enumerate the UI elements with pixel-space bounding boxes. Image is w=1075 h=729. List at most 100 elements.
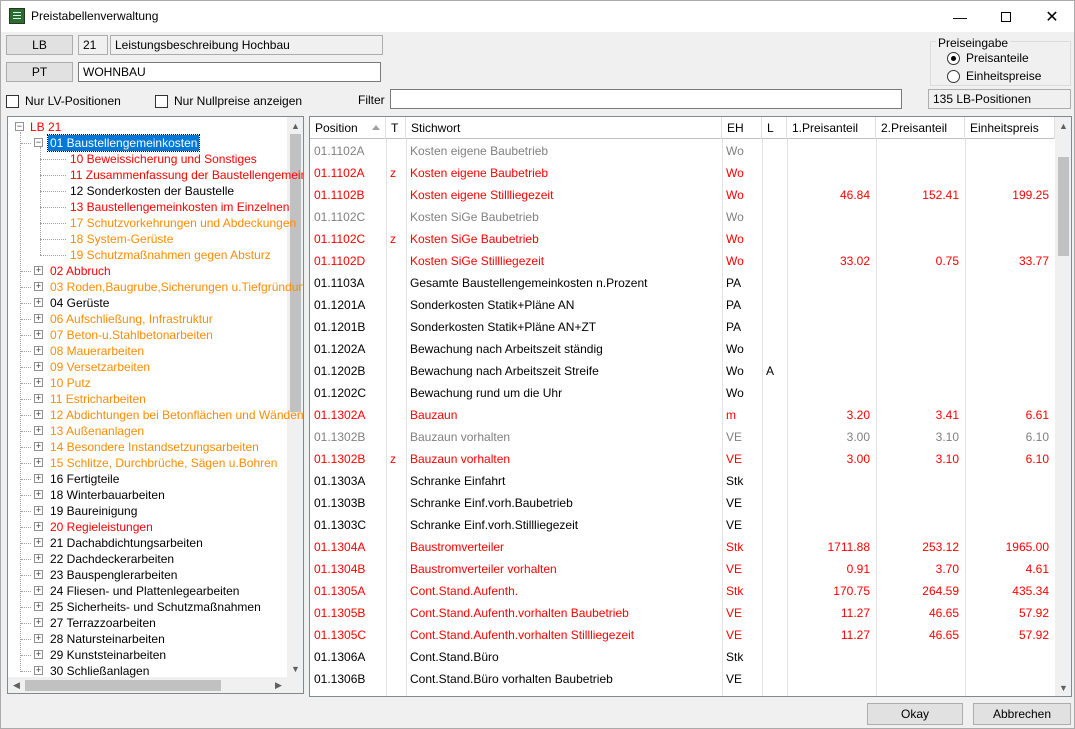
cell-l[interactable] xyxy=(762,668,787,690)
cell-position[interactable]: 01.1302B xyxy=(310,448,386,470)
cell-stichwort[interactable]: Kosten SiGe Baubetrieb xyxy=(406,206,722,228)
nur-lv-checkbox[interactable]: Nur LV-Positionen xyxy=(6,94,121,108)
cell-position[interactable]: 01.1102A xyxy=(310,162,386,184)
cell-preisanteil-2[interactable]: 0.75 xyxy=(876,250,965,272)
expand-icon[interactable]: + xyxy=(34,554,43,563)
cell-t[interactable]: z xyxy=(386,162,406,184)
collapse-icon[interactable]: − xyxy=(15,122,24,131)
cell-preisanteil-1[interactable]: 170.75 xyxy=(787,580,876,602)
column-header-preisanteil-2[interactable]: 2.Preisanteil xyxy=(876,117,965,139)
cell-position[interactable]: 01.1302A xyxy=(310,404,386,426)
cell-einheitspreis[interactable] xyxy=(965,162,1055,184)
expand-icon[interactable]: + xyxy=(34,266,43,275)
cell-preisanteil-2[interactable]: 3.70 xyxy=(876,558,965,580)
cell-position[interactable]: 01.1305B xyxy=(310,602,386,624)
expand-icon[interactable]: + xyxy=(34,474,43,483)
cell-einheitspreis[interactable] xyxy=(965,492,1055,514)
cell-stichwort[interactable]: Schranke Einf.vorh.Stillliegezeit xyxy=(406,514,722,536)
cell-preisanteil-2[interactable] xyxy=(876,668,965,690)
cell-stichwort[interactable]: Cont.Stand.Aufenth. xyxy=(406,580,722,602)
cell-einheitspreis[interactable]: 57.92 xyxy=(965,602,1055,624)
cell-eh[interactable]: VE xyxy=(722,426,762,448)
expand-icon[interactable]: + xyxy=(34,282,43,291)
expand-icon[interactable]: + xyxy=(34,330,43,339)
cell-t[interactable] xyxy=(386,646,406,668)
cell-einheitspreis[interactable]: 4.61 xyxy=(965,558,1055,580)
cell-t[interactable] xyxy=(386,206,406,228)
cell-preisanteil-1[interactable] xyxy=(787,492,876,514)
table-row[interactable]: 01.1304A Baustromverteiler Stk 1711.88 253.1… xyxy=(310,536,1055,558)
cell-position[interactable]: 01.1102C xyxy=(310,206,386,228)
expand-icon[interactable]: + xyxy=(34,442,43,451)
cell-eh[interactable]: VE xyxy=(722,624,762,646)
cell-einheitspreis[interactable] xyxy=(965,382,1055,404)
cell-eh[interactable]: Stk xyxy=(722,580,762,602)
expand-icon[interactable]: + xyxy=(34,298,43,307)
cell-stichwort[interactable]: Sonderkosten Statik+Pläne AN+ZT xyxy=(406,316,722,338)
cell-preisanteil-2[interactable] xyxy=(876,382,965,404)
cell-l[interactable] xyxy=(762,426,787,448)
cell-preisanteil-2[interactable]: 264.59 xyxy=(876,580,965,602)
cell-l[interactable] xyxy=(762,602,787,624)
cell-preisanteil-1[interactable] xyxy=(787,382,876,404)
cell-stichwort[interactable]: Bewachung nach Arbeitszeit ständig xyxy=(406,338,722,360)
cell-preisanteil-1[interactable]: 3.20 xyxy=(787,404,876,426)
cell-preisanteil-1[interactable]: 33.02 xyxy=(787,250,876,272)
cell-t[interactable] xyxy=(386,294,406,316)
cell-einheitspreis[interactable] xyxy=(965,294,1055,316)
nur-nullpreise-checkbox[interactable]: Nur Nullpreise anzeigen xyxy=(155,94,302,108)
cell-preisanteil-2[interactable] xyxy=(876,514,965,536)
expand-icon[interactable]: + xyxy=(34,346,43,355)
cell-t[interactable] xyxy=(386,624,406,646)
cell-preisanteil-2[interactable] xyxy=(876,360,965,382)
cell-preisanteil-2[interactable] xyxy=(876,272,965,294)
checkbox-icon[interactable] xyxy=(6,94,19,108)
cell-position[interactable]: 01.1303C xyxy=(310,514,386,536)
cell-position[interactable]: 01.1303A xyxy=(310,470,386,492)
cell-preisanteil-1[interactable] xyxy=(787,470,876,492)
cell-einheitspreis[interactable]: 6.10 xyxy=(965,426,1055,448)
cell-t[interactable] xyxy=(386,514,406,536)
cell-einheitspreis[interactable] xyxy=(965,206,1055,228)
filter-input[interactable] xyxy=(390,89,902,109)
cell-stichwort[interactable]: Cont.Stand.Aufenth.vorhalten Baubetrieb xyxy=(406,602,722,624)
cell-eh[interactable]: VE xyxy=(722,514,762,536)
scroll-left-icon[interactable]: ◀ xyxy=(8,677,25,693)
close-button[interactable]: ✕ xyxy=(1029,1,1075,32)
cell-position[interactable]: 01.1306B xyxy=(310,668,386,690)
cell-einheitspreis[interactable] xyxy=(965,338,1055,360)
cell-l[interactable] xyxy=(762,514,787,536)
cell-t[interactable] xyxy=(386,316,406,338)
cell-position[interactable]: 01.1304A xyxy=(310,536,386,558)
cell-eh[interactable]: PA xyxy=(722,294,762,316)
cell-preisanteil-2[interactable]: 253.12 xyxy=(876,536,965,558)
maximize-button[interactable] xyxy=(983,1,1029,32)
cell-preisanteil-1[interactable] xyxy=(787,668,876,690)
table-row[interactable]: 01.1102C Kosten SiGe Baubetrieb Wo xyxy=(310,206,1055,228)
scroll-thumb[interactable] xyxy=(25,680,221,691)
cell-position[interactable]: 01.1305A xyxy=(310,580,386,602)
category-tree[interactable]: ▲ ▼ ◀ ▶ − LB 21−01 Baustellengemeinkosten… xyxy=(7,116,304,694)
cell-preisanteil-1[interactable]: 3.00 xyxy=(787,426,876,448)
table-row[interactable]: 01.1103A Gesamte Baustellengemeinkosten n… xyxy=(310,272,1055,294)
table-vscrollbar[interactable]: ▲ ▼ xyxy=(1055,117,1071,696)
cell-position[interactable]: 01.1305C xyxy=(310,624,386,646)
cell-eh[interactable]: VE xyxy=(722,448,762,470)
cell-einheitspreis[interactable] xyxy=(965,646,1055,668)
expand-icon[interactable]: + xyxy=(34,362,43,371)
cell-l[interactable] xyxy=(762,558,787,580)
scroll-up-icon[interactable]: ▲ xyxy=(287,117,303,134)
cell-preisanteil-1[interactable] xyxy=(787,360,876,382)
cell-einheitspreis[interactable]: 6.10 xyxy=(965,448,1055,470)
expand-icon[interactable]: + xyxy=(34,378,43,387)
cell-preisanteil-2[interactable] xyxy=(876,646,965,668)
table-row[interactable]: 01.1102D Kosten SiGe Stillliegezeit Wo 33.0… xyxy=(310,250,1055,272)
cell-preisanteil-1[interactable]: 11.27 xyxy=(787,602,876,624)
table-row[interactable]: 01.1302B Bauzaun vorhalten VE 3.00 3.10 6.10 xyxy=(310,426,1055,448)
radio-einheitspreise[interactable]: Einheitspreise xyxy=(947,68,1041,84)
cell-preisanteil-1[interactable] xyxy=(787,140,876,162)
cell-t[interactable] xyxy=(386,536,406,558)
cell-einheitspreis[interactable] xyxy=(965,470,1055,492)
cell-t[interactable]: z xyxy=(386,448,406,470)
cell-preisanteil-2[interactable] xyxy=(876,294,965,316)
